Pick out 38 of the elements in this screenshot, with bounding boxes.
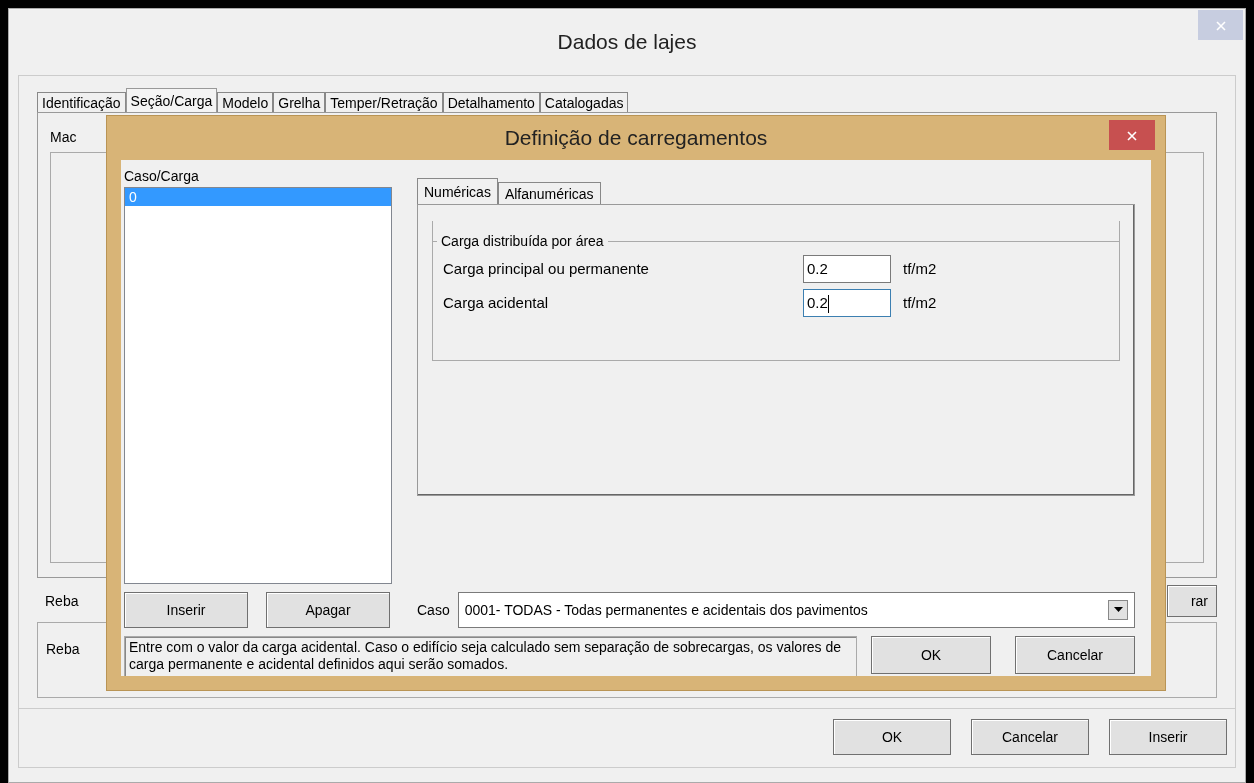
- case-dropdown[interactable]: 0001- TODAS - Todas permanentes e acidentais dos pavimentos: [457, 592, 1135, 628]
- partial-button[interactable]: rar: [1167, 585, 1217, 617]
- list-label: Caso/Carga: [124, 167, 200, 186]
- dropdown-arrow-icon: [1113, 607, 1123, 613]
- field-label: Carga principal ou permanente: [443, 258, 650, 279]
- tab[interactable]: Alfanuméricas: [497, 182, 601, 204]
- box-text: Reba: [46, 641, 80, 657]
- dialog-button[interactable]: Cancelar: [971, 719, 1089, 755]
- list-button[interactable]: Apagar: [266, 592, 390, 628]
- window-title: Dados de lajes: [557, 29, 697, 56]
- unit-label: tf/m2: [903, 258, 937, 279]
- dialog-button[interactable]: OK: [871, 636, 991, 674]
- tab[interactable]: Catalogadas: [539, 92, 629, 112]
- tab[interactable]: Grelha: [273, 92, 326, 112]
- unit-label: tf/m2: [903, 292, 937, 313]
- close-icon: [1215, 21, 1226, 32]
- dialog-button[interactable]: Cancelar: [1015, 636, 1135, 674]
- tab[interactable]: Detalhamento: [442, 92, 540, 112]
- dialog-title: Definição de carregamentos: [504, 125, 768, 152]
- dialog-button[interactable]: Inserir: [1109, 719, 1227, 755]
- close-button[interactable]: [1109, 120, 1155, 150]
- row-label: Reba: [45, 591, 79, 611]
- tab[interactable]: Numéricas: [417, 178, 498, 204]
- dialog-button[interactable]: OK: [833, 719, 951, 755]
- tab[interactable]: Seção/Carga: [125, 88, 218, 112]
- close-icon: [1127, 131, 1137, 142]
- list-button[interactable]: Inserir: [124, 592, 248, 628]
- tab[interactable]: Modelo: [217, 92, 274, 112]
- field-label: Carga acidental: [443, 292, 550, 313]
- group-label: Mac: [50, 128, 77, 147]
- input-field[interactable]: 0.2: [803, 255, 891, 283]
- tab[interactable]: Temper/Retração: [325, 92, 443, 112]
- input-field[interactable]: 0.2: [803, 289, 891, 317]
- close-button[interactable]: [1198, 10, 1243, 40]
- group-title: Carga distribuída por área: [441, 232, 604, 251]
- hint-text: Entre com o valor da carga acidental. Caso o edifício seja calculado sem separação de sobrecargas, os valores de carga permanente e acidental definidos aqui serão somados.: [124, 636, 857, 676]
- tab[interactable]: Identificação: [37, 92, 126, 112]
- case-label: Caso: [417, 600, 450, 620]
